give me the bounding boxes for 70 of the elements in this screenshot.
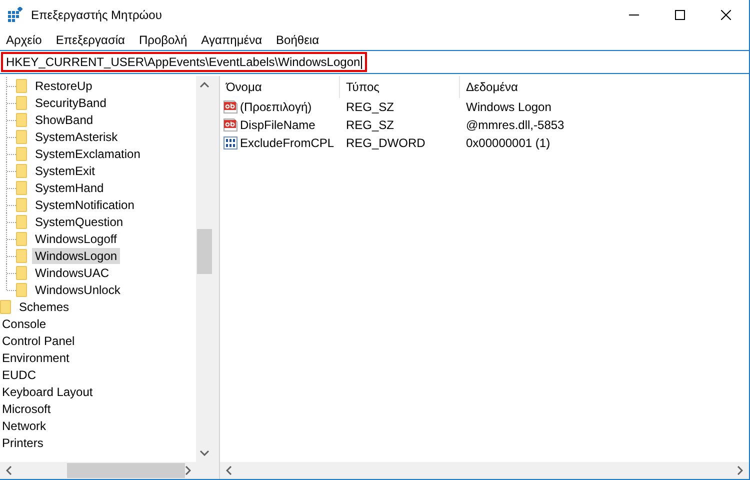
tree-item[interactable]: Control Panel [0,332,78,348]
value-type: REG_SZ [345,118,396,132]
scroll-left-icon[interactable] [6,466,12,475]
tree-item[interactable]: WindowsUnlock [32,282,124,298]
folder-icon [16,164,27,178]
folder-icon [16,96,27,110]
address-field[interactable]: HKEY_CURRENT_USER\AppEvents\EventLabels\WindowsLogon [1,52,368,72]
tree-item[interactable]: ShowBand [32,112,96,128]
value-name[interactable]: DispFileName [240,118,316,132]
folder-icon [16,248,27,262]
column-header[interactable]: Τύπος [340,76,460,98]
scroll-left-icon[interactable] [226,466,232,475]
value-name[interactable]: ExcludeFromCPL [240,136,334,150]
folder-icon [16,198,27,212]
scroll-right-icon[interactable] [737,466,743,475]
scroll-thumb[interactable] [197,229,212,274]
tree-item[interactable]: WindowsLogoff [32,230,120,246]
value-data: Windows Logon [465,100,552,114]
tree-item[interactable]: SystemExit [32,162,98,178]
tree-item[interactable]: EUDC [0,366,40,382]
tree-item[interactable]: WindowsUAC [32,264,112,280]
menu-item[interactable]: Αρχείο [6,32,42,46]
column-header[interactable]: Όνομα [220,76,340,98]
value-data: @mmres.dll,-5853 [465,118,566,132]
value-data: 0x00000001 (1) [465,136,552,150]
window-title: Επεξεργαστής Μητρώου [31,8,162,22]
tree-item[interactable]: Microsoft [0,400,54,416]
tree-item[interactable]: SystemHand [32,180,107,196]
tree-item[interactable]: SystemQuestion [32,214,126,230]
value-type: REG_SZ [345,100,396,114]
scroll-thumb[interactable] [67,463,185,478]
scroll-down-icon[interactable] [200,450,209,456]
scroll-up-icon[interactable] [200,82,209,88]
tree-item[interactable]: RestoreUp [32,78,96,94]
folder-icon [16,232,27,246]
tree-item[interactable]: SecurityBand [32,94,110,110]
tree-item[interactable]: Schemes [16,298,72,314]
tree-item[interactable]: Console [0,316,50,332]
folder-icon [16,180,27,194]
tree-item[interactable]: Printers [0,434,46,450]
value-name[interactable]: (Προεπιλογή) [240,100,312,114]
binary-value-icon [223,136,238,150]
string-value-icon [223,100,238,114]
folder-icon [16,214,27,228]
value-type: REG_DWORD [345,136,426,150]
tree-item[interactable]: Environment [0,350,72,366]
tree-item[interactable]: SystemAsterisk [32,128,121,144]
close-icon [721,10,731,20]
menu-item[interactable]: Αγαπημένα [201,32,262,46]
column-header[interactable]: Δεδομένα [460,76,610,98]
folder-icon [0,300,11,314]
tree-item[interactable]: Network [0,418,50,434]
tree-item[interactable]: WindowsLogon [32,248,120,264]
menu-item[interactable]: Προβολή [138,32,188,46]
tree-item[interactable]: Keyboard Layout [0,384,96,400]
maximize-icon [675,10,685,20]
horizontal-scrollbar[interactable] [220,462,749,479]
folder-icon [16,146,27,160]
registry-editor-icon [7,7,23,23]
folder-icon [16,282,27,296]
folder-icon [16,266,27,280]
folder-icon [16,112,27,126]
string-value-icon [223,118,238,132]
tree-item[interactable]: SystemExclamation [32,146,144,162]
menu-item[interactable]: Επεξεργασία [56,32,125,46]
tree-item[interactable]: SystemNotification [32,196,138,212]
folder-icon [16,78,27,92]
menu-item[interactable]: Βοήθεια [276,32,320,46]
scroll-right-icon[interactable] [185,466,191,475]
folder-icon [16,130,27,144]
